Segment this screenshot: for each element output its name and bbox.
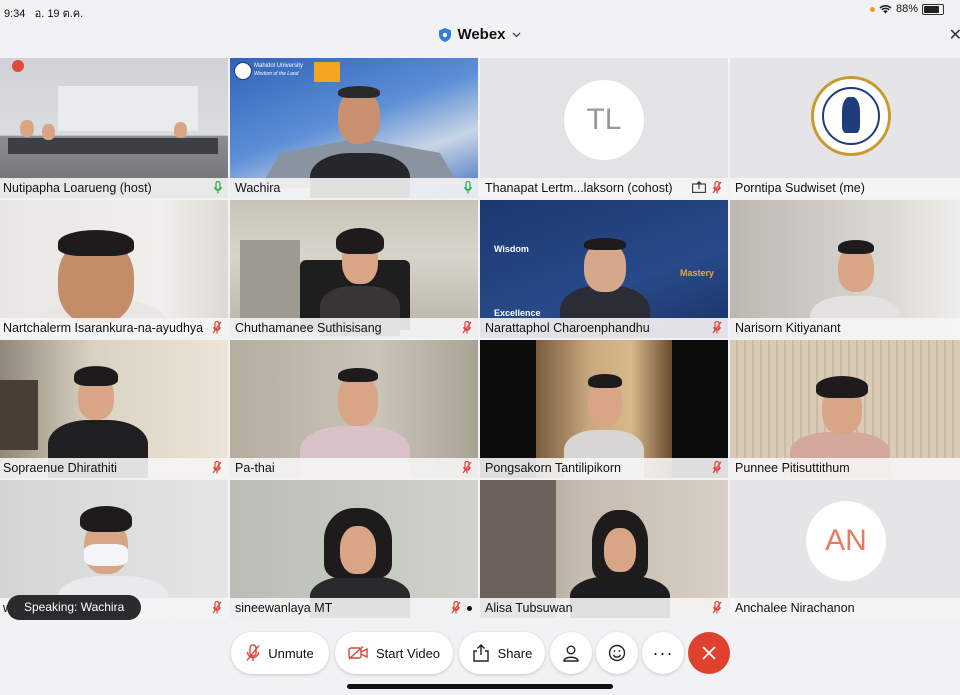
participant-tile[interactable]: Pongsakorn Tantilipikorn bbox=[480, 340, 728, 478]
status-date: อ. 19 ต.ค. bbox=[34, 8, 84, 20]
participant-tile[interactable]: Porntipa Sudwiset (me) bbox=[730, 58, 960, 198]
stars-badge bbox=[314, 62, 340, 82]
muted-microphone-icon bbox=[212, 321, 222, 334]
participant-name: Thanapat Lertm...laksorn (cohost) bbox=[485, 181, 673, 195]
microphone-icon bbox=[214, 181, 222, 194]
participant-tile[interactable]: AN Anchalee Nirachanon bbox=[730, 480, 960, 618]
participant-name: Narattaphol Charoenphandhu bbox=[485, 321, 650, 335]
muted-microphone-icon bbox=[712, 321, 722, 334]
participant-video: Mahidol University Wisdom of the Land bbox=[230, 58, 478, 198]
speaking-indicator: Speaking: Wachira bbox=[7, 595, 142, 620]
participant-name: Anchalee Nirachanon bbox=[735, 601, 855, 615]
participant-tile[interactable]: Mahidol University Wisdom of the Land Wa… bbox=[230, 58, 478, 198]
participant-tile[interactable]: Nartchalerm Isarankura-na-ayudhya bbox=[0, 200, 228, 338]
home-indicator bbox=[347, 684, 613, 689]
participant-tile[interactable]: Punnee Pitisuttithum bbox=[730, 340, 960, 478]
muted-microphone-icon bbox=[712, 181, 722, 194]
unmute-button[interactable]: Unmute bbox=[231, 632, 329, 674]
participant-tile[interactable]: Pa-thai bbox=[230, 340, 478, 478]
participant-name: Porntipa Sudwiset (me) bbox=[735, 181, 865, 195]
participant-grid: Nutipapha Loarueng (host) Mahidol Univer… bbox=[0, 58, 960, 618]
participant-name: Narisorn Kitiyanant bbox=[735, 321, 841, 335]
participant-name: Wachira bbox=[235, 181, 281, 195]
share-icon bbox=[472, 644, 489, 662]
participants-icon bbox=[563, 645, 579, 662]
muted-microphone-icon bbox=[451, 601, 461, 614]
participant-video bbox=[0, 58, 228, 198]
meeting-toolbar: Unmute Start Video Share ··· bbox=[0, 632, 960, 678]
participant-avatar: TL bbox=[564, 80, 644, 160]
microphone-icon bbox=[464, 181, 472, 194]
status-bar: 9:34 อ. 19 ต.ค. 88% bbox=[0, 0, 960, 20]
close-icon bbox=[702, 646, 716, 660]
participant-name: sineewanlaya MT bbox=[235, 601, 333, 615]
participant-tile[interactable]: Nutipapha Loarueng (host) bbox=[0, 58, 228, 198]
activity-dot-icon bbox=[467, 606, 472, 611]
app-title: Webex bbox=[457, 26, 506, 43]
university-seal-icon bbox=[811, 76, 891, 156]
participant-name: Pongsakorn Tantilipikorn bbox=[485, 461, 621, 475]
privacy-indicator-icon bbox=[869, 6, 875, 12]
muted-microphone-icon bbox=[462, 321, 472, 334]
battery-icon bbox=[922, 3, 944, 15]
chevron-down-icon bbox=[512, 32, 520, 37]
recording-icon bbox=[12, 60, 24, 72]
muted-microphone-icon bbox=[212, 601, 222, 614]
share-screen-icon bbox=[692, 181, 706, 193]
close-icon[interactable]: ✕ bbox=[949, 25, 960, 45]
participant-name: Punnee Pitisuttithum bbox=[735, 461, 850, 475]
participant-tile[interactable]: sineewanlaya MT bbox=[230, 480, 478, 618]
muted-microphone-icon bbox=[462, 461, 472, 474]
participant-tile[interactable]: TL Thanapat Lertm...laksorn (cohost) bbox=[480, 58, 728, 198]
participant-name: Alisa Tubsuwan bbox=[485, 601, 573, 615]
leave-meeting-button[interactable] bbox=[688, 632, 730, 674]
participants-button[interactable] bbox=[550, 632, 592, 674]
meeting-title-dropdown[interactable]: Webex bbox=[439, 26, 520, 43]
participant-name: Nartchalerm Isarankura-na-ayudhya bbox=[3, 321, 204, 335]
participant-avatar: AN bbox=[806, 501, 886, 581]
video-off-icon bbox=[348, 646, 368, 660]
wifi-icon bbox=[879, 5, 892, 14]
participant-name: Chuthamanee Suthisisang bbox=[235, 321, 382, 335]
participant-name: Sopraenue Dhirathiti bbox=[3, 461, 117, 475]
participant-tile[interactable]: Chuthamanee Suthisisang bbox=[230, 200, 478, 338]
title-bar: Webex ✕ bbox=[0, 22, 960, 50]
participant-tile[interactable]: Sopraenue Dhirathiti bbox=[0, 340, 228, 478]
participant-tile[interactable]: Narisorn Kitiyanant bbox=[730, 200, 960, 338]
muted-microphone-icon bbox=[212, 461, 222, 474]
muted-microphone-icon bbox=[712, 601, 722, 614]
participant-name: Nutipapha Loarueng (host) bbox=[3, 181, 152, 195]
reactions-button[interactable] bbox=[596, 632, 638, 674]
muted-microphone-icon bbox=[246, 644, 260, 661]
more-icon: ··· bbox=[652, 642, 674, 663]
shield-icon bbox=[439, 27, 452, 42]
start-video-button[interactable]: Start Video bbox=[335, 632, 453, 674]
university-logo: Mahidol University Wisdom of the Land bbox=[234, 62, 314, 80]
muted-microphone-icon bbox=[712, 461, 722, 474]
more-options-button[interactable]: ··· bbox=[642, 632, 684, 674]
battery-percent: 88% bbox=[895, 3, 918, 15]
participant-name: Pa-thai bbox=[235, 461, 275, 475]
participant-tile[interactable]: Wisdom Mastery Excellence Narattaphol Ch… bbox=[480, 200, 728, 338]
emoji-icon bbox=[608, 644, 626, 662]
participant-tile[interactable]: Alisa Tubsuwan bbox=[480, 480, 728, 618]
status-time: 9:34 bbox=[4, 8, 26, 20]
share-button[interactable]: Share bbox=[459, 632, 545, 674]
